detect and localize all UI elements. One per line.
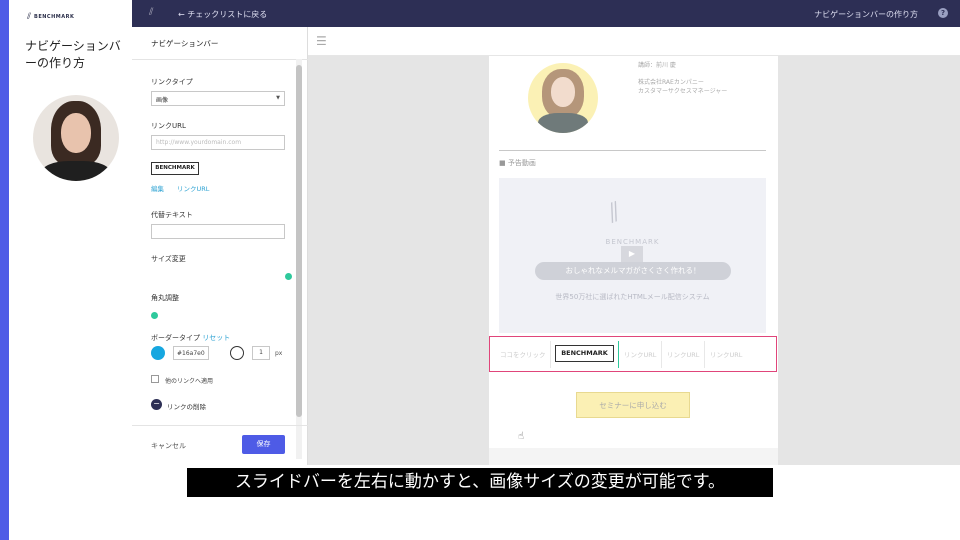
alt-text-label: 代替テキスト [151, 211, 193, 219]
speaker-name: 講師：前川 慶 [638, 62, 676, 69]
brand-name: BENCHMARK [34, 14, 75, 20]
border-type-text: ボーダータイプ [151, 334, 200, 342]
canvas-toolbar: ☰ [308, 27, 960, 56]
image-link-url-link[interactable]: リンクURL [177, 183, 209, 193]
corner-slider-handle[interactable] [151, 312, 158, 319]
email-preview: 講師：前川 慶 株式会社RAEカンパニー カスタマーサクセスマネージャー ■ 予… [489, 56, 778, 465]
benchmark-feather-icon: ⫽ [27, 12, 32, 22]
hamburger-menu-icon[interactable]: ☰ [316, 34, 327, 48]
accent-stripe [0, 0, 9, 540]
link-url-label: リンクURL [151, 122, 186, 130]
edit-image-link[interactable]: 編集 [151, 183, 164, 193]
play-icon[interactable]: ▶ [621, 246, 643, 262]
speaker-photo [528, 63, 598, 133]
benchmark-feather-icon: ⫽ [149, 7, 154, 18]
border-width-input[interactable]: 1 [252, 346, 270, 360]
video-tagline: おしゃれなメルマガがさくさく作れる！ [535, 262, 731, 280]
apply-other-checkbox[interactable] [151, 375, 159, 383]
navbar-item[interactable]: リンクURL [624, 349, 656, 359]
navbar-item[interactable]: リンクURL [667, 349, 699, 359]
link-image-preview: BENCHMARK [151, 162, 199, 175]
border-color-input[interactable]: #16a7e0 [173, 346, 209, 360]
page-name: ナビゲーションバーの作り方 [814, 10, 918, 19]
navbar-logo-item[interactable]: BENCHMARK [555, 345, 614, 362]
apply-other-label: 他のリンクへ適用 [165, 378, 214, 385]
brand-logo: ⫽ BENCHMARK [27, 12, 74, 22]
speaker-company: 株式会社RAEカンパニー [638, 79, 704, 86]
speaker-role: カスタマーサクセスマネージャー [638, 88, 728, 95]
link-type-label: リンクタイプ [151, 78, 193, 86]
lesson-title: ナビゲーションバーの作り方 [25, 39, 121, 70]
minus-icon[interactable]: − [151, 399, 162, 410]
panel-scrollbar-thumb[interactable] [296, 65, 302, 417]
link-type-select[interactable]: 画像 ▼ [151, 91, 285, 106]
alt-text-input[interactable] [151, 224, 285, 239]
border-color-swatch[interactable] [151, 346, 165, 360]
lesson-sidebar: ⫽ BENCHMARK ナビゲーションバーの作り方 [9, 0, 132, 540]
panel-title: ナビゲーションバー [151, 39, 219, 48]
editor-topbar: ⫽ ← チェックリストに戻る ナビゲーションバーの作り方 ? [132, 0, 960, 27]
size-slider-handle[interactable] [285, 273, 292, 280]
navbar-settings-panel: ナビゲーションバー リンクタイプ 画像 ▼ リンクURL http://www.… [132, 27, 308, 465]
border-width-unit: px [275, 350, 283, 357]
border-type-label: ボーダータイプ リセット [151, 333, 230, 343]
help-icon[interactable]: ? [938, 8, 948, 18]
size-change-label: サイズ変更 [151, 255, 186, 263]
speaker-company-block: 株式会社RAEカンパニー カスタマーサクセスマネージャー [638, 78, 727, 96]
link-url-input[interactable]: http://www.yourdomain.com [151, 135, 285, 150]
benchmark-feather-icon: ⫽ [604, 196, 626, 230]
cancel-button[interactable]: キャンセル [151, 441, 186, 451]
link-type-value: 画像 [156, 97, 169, 104]
remove-link-label[interactable]: リンクの削除 [167, 401, 206, 411]
back-to-checklist-link[interactable]: ← チェックリストに戻る [178, 9, 267, 20]
chevron-down-icon: ▼ [276, 95, 280, 101]
reset-link[interactable]: リセット [202, 334, 230, 342]
video-logo-text: BENCHMARK [605, 238, 660, 246]
corner-radius-label: 角丸調整 [151, 294, 179, 302]
hand-cursor-icon: ☝ [518, 431, 525, 442]
email-navbar-block[interactable]: ココをクリック BENCHMARK リンクURL リンクURL リンクURL [489, 336, 777, 372]
save-button[interactable]: 保存 [242, 435, 285, 454]
preview-video-heading: ■ 予告動画 [499, 159, 536, 167]
border-style-swatch[interactable] [230, 346, 244, 360]
video-caption: スライドバーを左右に動かすと、画像サイズの変更が可能です。 [187, 468, 773, 497]
navbar-item[interactable]: ココをクリック [500, 349, 546, 359]
seminar-signup-button[interactable]: セミナーに申し込む [576, 392, 690, 418]
video-subtitle: 世界50万社に選ばれたHTMLメール配信システム [555, 293, 710, 301]
navbar-item[interactable]: リンクURL [710, 349, 742, 359]
presenter-avatar [33, 95, 119, 181]
preview-video[interactable]: ⫽ BENCHMARK ▶ おしゃれなメルマガがさくさく作れる！ 世界50万社に… [499, 178, 766, 442]
